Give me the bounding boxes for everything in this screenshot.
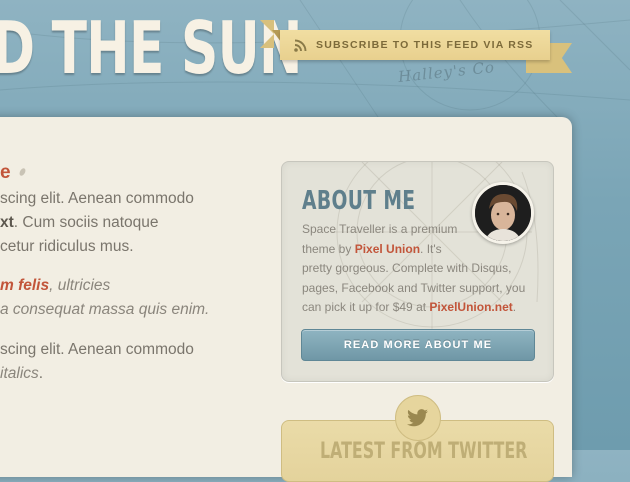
pixel-union-link[interactable]: Pixel Union bbox=[355, 242, 420, 256]
post-paragraph-line: scing elit. Aenean commodo bbox=[0, 341, 194, 359]
about-me-title: ABOUT ME bbox=[302, 186, 416, 216]
post-italic-text: , ultricies bbox=[49, 277, 111, 294]
twitter-badge[interactable] bbox=[395, 395, 441, 441]
post-text: cetur ridiculus mus. bbox=[0, 238, 134, 255]
about-text: . bbox=[512, 300, 517, 314]
twitter-widget-title: LATEST FROM TWITTER bbox=[319, 439, 528, 464]
post-text: scing elit. Aenean commodo bbox=[0, 190, 194, 207]
post-paragraph-line: cetur ridiculus mus. bbox=[0, 238, 134, 256]
about-text: can pick it up for $49 at bbox=[302, 300, 430, 314]
post-text: scing elit. Aenean commodo bbox=[0, 341, 194, 358]
about-text-line: can pick it up for $49 at PixelUnion.net… bbox=[302, 298, 532, 318]
twitter-bird-icon bbox=[407, 409, 428, 427]
post-paragraph-line: a consequat massa quis enim. bbox=[0, 301, 209, 319]
about-text: . It's bbox=[420, 241, 442, 256]
post-accent-link[interactable]: m felis bbox=[0, 277, 49, 294]
about-text-line: pages, Facebook and Twitter support, you bbox=[302, 280, 526, 295]
post-paragraph-line: italics. bbox=[0, 365, 43, 383]
subscribe-ribbon: SUBSCRIBE TO THIS FEED VIA RSS bbox=[256, 18, 576, 80]
rss-icon bbox=[294, 39, 307, 52]
post-paragraph-line: xt. Cum sociis natoque bbox=[0, 214, 159, 232]
post-bold-text: xt bbox=[0, 214, 14, 231]
post-text: . bbox=[38, 365, 44, 382]
post-paragraph-line: scing elit. Aenean commodo bbox=[0, 190, 194, 208]
about-text: theme by bbox=[302, 241, 355, 256]
read-more-about-me-button[interactable]: READ MORE ABOUT ME bbox=[301, 329, 535, 361]
about-me-description: Space Traveller is a premium theme by Pi… bbox=[302, 220, 532, 318]
post-paragraph-line: m felis, ultricies bbox=[0, 277, 110, 295]
ribbon-tail-left bbox=[260, 20, 274, 48]
post-title[interactable]: e bbox=[0, 162, 11, 184]
about-me-widget: ABOUT ME Space Traveller is a premium th… bbox=[281, 161, 554, 382]
post-italic-text: a consequat massa quis enim. bbox=[0, 301, 210, 318]
about-text-line: pretty gorgeous. Complete with Disqus, bbox=[302, 261, 512, 275]
about-text-line: theme by Pixel Union. It's bbox=[302, 240, 532, 260]
subscribe-label: SUBSCRIBE TO THIS FEED VIA RSS bbox=[316, 39, 534, 51]
about-text-line: Space Traveller is a premium bbox=[302, 222, 458, 236]
post-text: . Cum sociis natoque bbox=[13, 214, 159, 231]
pixelunion-net-link[interactable]: PixelUnion.net bbox=[429, 300, 512, 314]
post-italic-text: italics bbox=[0, 365, 39, 382]
subscribe-rss-link[interactable]: SUBSCRIBE TO THIS FEED VIA RSS bbox=[280, 30, 550, 60]
